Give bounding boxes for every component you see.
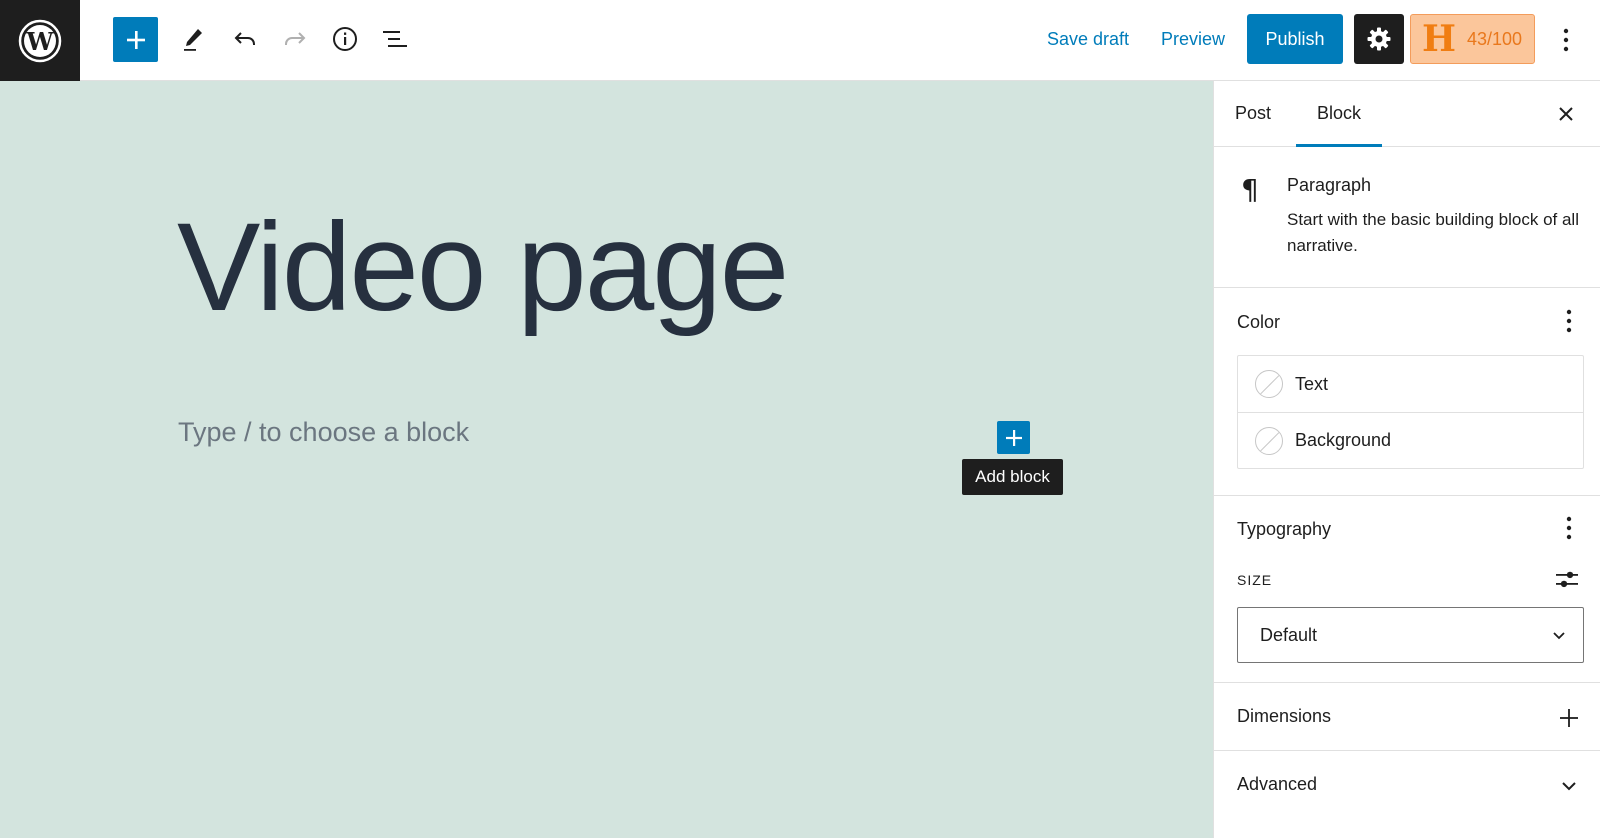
wordpress-logo-button[interactable]: W	[0, 0, 80, 81]
redo-button[interactable]	[272, 16, 318, 62]
vertical-ellipsis-icon	[1566, 516, 1572, 540]
block-card: ¶ Paragraph Start with the basic buildin…	[1214, 147, 1600, 288]
plus-icon	[126, 30, 145, 49]
preview-button[interactable]: Preview	[1161, 22, 1225, 56]
top-toolbar: W Save draft Preview Publish H 43/100	[0, 0, 1600, 81]
font-size-select[interactable]: Default	[1237, 607, 1584, 663]
sidebar-tabs: Post Block	[1214, 81, 1600, 147]
typography-panel: Typography SIZE Default	[1214, 496, 1600, 683]
settings-sliders-icon	[1556, 571, 1578, 588]
chevron-down-icon	[1553, 632, 1565, 640]
block-description: Start with the basic building block of a…	[1287, 210, 1579, 255]
background-color-option[interactable]: Background	[1238, 412, 1583, 468]
block-name: Paragraph	[1287, 175, 1372, 195]
text-color-option[interactable]: Text	[1238, 356, 1583, 412]
settings-button[interactable]	[1354, 14, 1404, 64]
gear-icon	[1367, 27, 1391, 51]
publish-button[interactable]: Publish	[1247, 14, 1343, 64]
undo-icon	[234, 32, 255, 45]
text-color-label: Text	[1295, 373, 1329, 394]
redo-icon	[285, 32, 306, 45]
post-title[interactable]: Video page	[177, 193, 789, 343]
tab-post[interactable]: Post	[1214, 81, 1292, 147]
details-button[interactable]	[322, 16, 368, 62]
paragraph-icon: ¶	[1241, 173, 1259, 206]
color-panel: Color Text Background	[1214, 288, 1600, 496]
seo-score-button[interactable]: H 43/100	[1410, 14, 1535, 64]
list-view-icon	[383, 31, 407, 47]
custom-size-button[interactable]	[1550, 564, 1584, 594]
dimensions-panel-title: Dimensions	[1237, 706, 1332, 726]
list-view-button[interactable]	[372, 16, 418, 62]
close-sidebar-button[interactable]	[1547, 95, 1585, 133]
score-logo-icon: H	[1421, 18, 1456, 60]
size-label: SIZE	[1237, 572, 1273, 588]
close-icon	[1559, 107, 1573, 121]
pencil-icon	[184, 29, 202, 51]
advanced-panel-title: Advanced	[1237, 774, 1318, 794]
wordpress-logo-icon: W	[18, 19, 62, 62]
chevron-down-icon	[1554, 771, 1584, 801]
add-block-tooltip: Add block	[962, 459, 1063, 495]
background-color-label: Background	[1295, 430, 1392, 450]
color-options-button[interactable]	[1554, 304, 1584, 338]
typography-options-button[interactable]	[1554, 511, 1584, 545]
empty-swatch-icon	[1255, 426, 1283, 455]
tools-button[interactable]	[170, 16, 216, 62]
undo-button[interactable]	[222, 16, 268, 62]
advanced-panel-toggle[interactable]: Advanced	[1214, 751, 1600, 819]
font-size-value: Default	[1260, 624, 1318, 645]
more-options-button[interactable]	[1551, 18, 1581, 62]
add-block-button[interactable]	[113, 17, 158, 62]
save-draft-button[interactable]: Save draft	[1047, 22, 1129, 56]
typography-panel-title: Typography	[1237, 519, 1332, 539]
settings-sidebar: Post Block ¶ Paragraph Start with the ba…	[1213, 81, 1600, 838]
block-placeholder[interactable]: Type / to choose a block	[178, 417, 469, 448]
editor-canvas[interactable]: Video page Type / to choose a block Add …	[0, 81, 1213, 838]
color-panel-title: Color	[1237, 312, 1281, 332]
color-settings-box: Text Background	[1237, 355, 1584, 469]
seo-score-value: 43/100	[1467, 28, 1523, 49]
vertical-ellipsis-icon	[1563, 28, 1569, 52]
tab-block[interactable]: Block	[1296, 81, 1383, 147]
svg-text:W: W	[26, 27, 55, 56]
dimensions-panel-toggle[interactable]: Dimensions	[1214, 683, 1600, 751]
empty-swatch-icon	[1255, 370, 1283, 398]
vertical-ellipsis-icon	[1566, 309, 1572, 333]
plus-icon	[1005, 429, 1022, 446]
info-icon	[333, 27, 357, 51]
inline-add-block-button[interactable]	[997, 421, 1030, 454]
plus-icon	[1554, 703, 1584, 733]
